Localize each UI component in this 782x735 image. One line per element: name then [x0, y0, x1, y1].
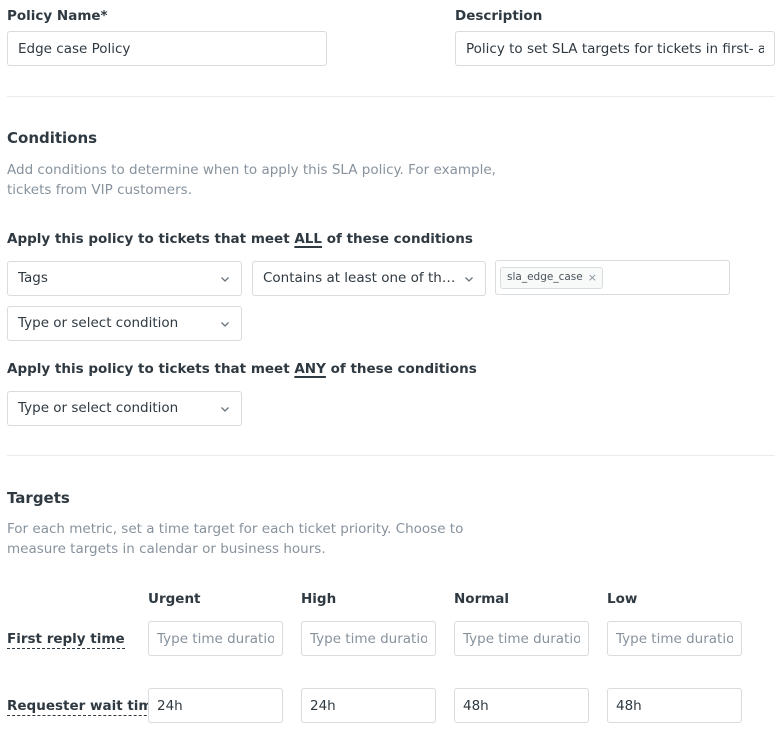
priority-header-high: High	[301, 591, 337, 607]
requester-wait-urgent-input[interactable]	[148, 688, 283, 723]
all-conditions-label: Apply this policy to tickets that meet A…	[7, 231, 473, 247]
divider	[7, 96, 775, 97]
requester-wait-low-input[interactable]	[607, 688, 742, 723]
add-any-condition-select[interactable]: Type or select condition	[7, 391, 242, 426]
policy-name-label: Policy Name*	[7, 8, 108, 24]
priority-header-urgent: Urgent	[148, 591, 201, 607]
any-conditions-label: Apply this policy to tickets that meet A…	[7, 361, 477, 377]
divider	[7, 455, 775, 456]
first-reply-high-input[interactable]	[301, 621, 436, 656]
priority-header-normal: Normal	[454, 591, 510, 607]
targets-help: For each metric, set a time target for e…	[7, 521, 464, 557]
conditions-title: Conditions	[7, 129, 98, 147]
requester-wait-time-label: Requester wait time	[7, 698, 162, 716]
policy-name-input[interactable]	[7, 31, 327, 66]
first-reply-urgent-input[interactable]	[148, 621, 283, 656]
first-reply-low-input[interactable]	[607, 621, 742, 656]
requester-wait-normal-input[interactable]	[454, 688, 589, 723]
description-input[interactable]	[455, 31, 775, 66]
condition-operator-select[interactable]: Contains at least one of the fol...	[252, 261, 486, 296]
tag-value-input[interactable]: sla_edge_case ×	[495, 260, 730, 295]
first-reply-normal-input[interactable]	[454, 621, 589, 656]
chevron-down-icon	[221, 321, 229, 327]
priority-header-low: Low	[607, 591, 638, 607]
chevron-down-icon	[221, 406, 229, 412]
targets-title: Targets	[7, 489, 70, 507]
chevron-down-icon	[221, 276, 229, 282]
conditions-help: Add conditions to determine when to appl…	[7, 162, 496, 198]
description-label: Description	[455, 8, 543, 24]
requester-wait-high-input[interactable]	[301, 688, 436, 723]
tag-chip: sla_edge_case ×	[500, 266, 603, 289]
first-reply-time-label: First reply time	[7, 631, 125, 649]
add-all-condition-select[interactable]: Type or select condition	[7, 306, 242, 341]
close-icon[interactable]: ×	[588, 261, 597, 294]
chevron-down-icon	[465, 276, 473, 282]
condition-field-select[interactable]: Tags	[7, 261, 242, 296]
